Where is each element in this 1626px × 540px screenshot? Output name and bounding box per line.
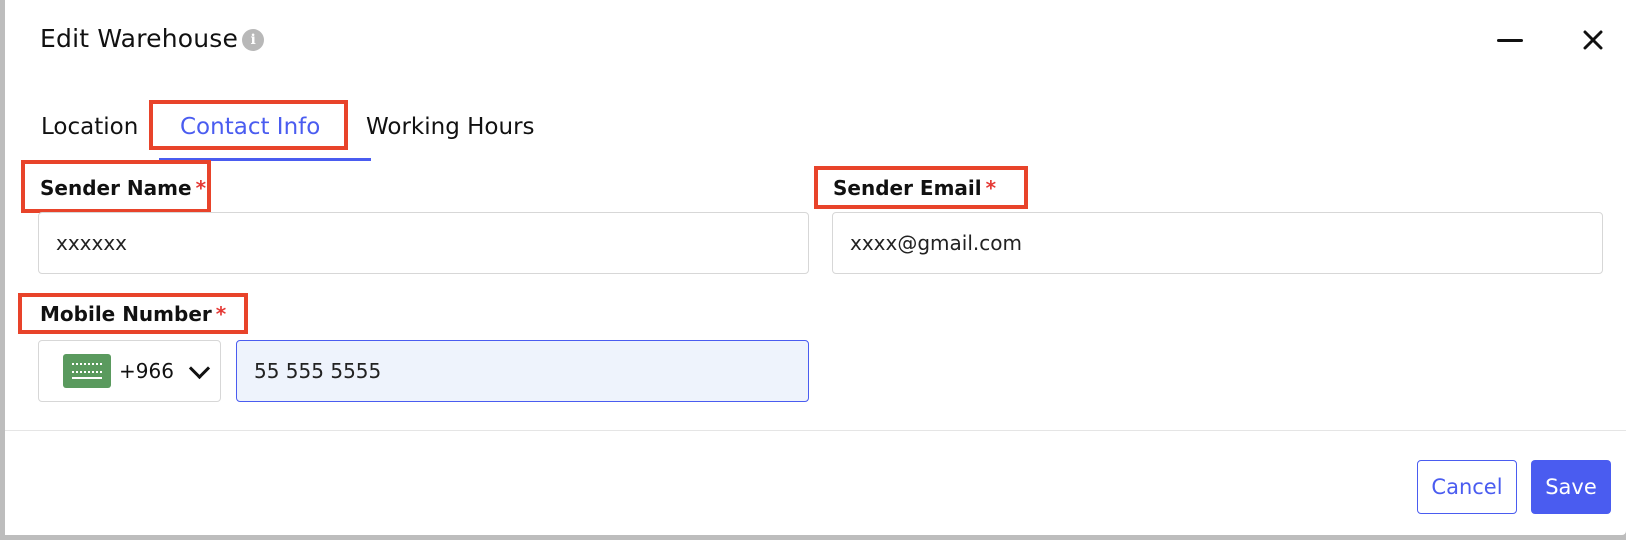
dial-code: +966: [119, 359, 174, 383]
chevron-down-icon: [188, 357, 211, 379]
saudi-arabia-flag-icon: [63, 354, 111, 388]
required-mark: *: [195, 176, 207, 200]
mobile-number-label-text: Mobile Number: [40, 302, 212, 326]
mobile-number-label: Mobile Number *: [40, 302, 226, 326]
footer-divider: [5, 430, 1626, 431]
sender-email-label-text: Sender Email: [833, 176, 982, 200]
tab-location[interactable]: Location: [41, 114, 138, 140]
close-button[interactable]: [1575, 22, 1611, 58]
cancel-button[interactable]: Cancel: [1417, 460, 1517, 514]
required-mark: *: [215, 302, 227, 326]
sender-email-input[interactable]: xxxx@gmail.com: [832, 212, 1603, 274]
dialog-header: Edit Warehouse i: [40, 24, 265, 53]
sender-name-input[interactable]: xxxxxx: [38, 212, 809, 274]
mobile-number-input[interactable]: 55 555 5555: [236, 340, 809, 402]
tab-working-hours[interactable]: Working Hours: [366, 114, 535, 140]
minimize-icon: [1497, 38, 1523, 42]
info-icon[interactable]: i: [242, 29, 265, 51]
country-code-select[interactable]: +966: [38, 340, 221, 402]
minimize-button[interactable]: [1492, 22, 1528, 58]
active-tab-indicator: [159, 158, 371, 161]
sender-email-label: Sender Email *: [833, 176, 996, 200]
dialog-title: Edit Warehouse: [40, 24, 239, 53]
sender-name-label-text: Sender Name: [40, 176, 192, 200]
sender-name-label: Sender Name *: [40, 176, 206, 200]
close-icon: [1583, 30, 1603, 50]
tab-contact-info[interactable]: Contact Info: [180, 114, 320, 140]
edit-warehouse-dialog: Edit Warehouse i Location Contact Info W…: [5, 0, 1626, 535]
required-mark: *: [985, 176, 997, 200]
save-button[interactable]: Save: [1531, 460, 1611, 514]
